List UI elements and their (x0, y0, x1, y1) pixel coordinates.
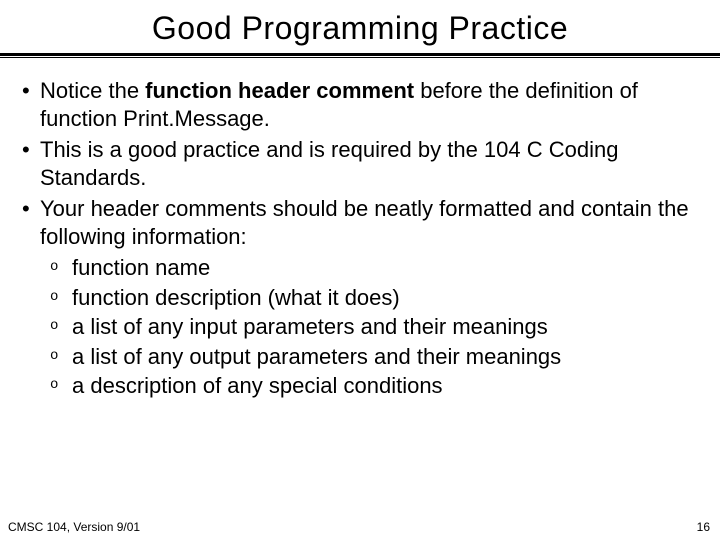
slide: Good Programming Practice • Notice the f… (0, 0, 720, 540)
sub-bullet-icon: o (50, 284, 72, 312)
sub-bullet-item: o function description (what it does) (50, 284, 698, 312)
text-run: Notice the (40, 78, 145, 103)
slide-number: 16 (697, 520, 710, 534)
bullet-dot-icon: • (22, 195, 40, 250)
sub-bullet-text: a description of any special conditions (72, 372, 698, 400)
sub-bullet-item: o a description of any special condition… (50, 372, 698, 400)
sub-bullet-text: a list of any output parameters and thei… (72, 343, 698, 371)
sub-bullet-icon: o (50, 343, 72, 371)
sub-bullet-text: function description (what it does) (72, 284, 698, 312)
bullet-item: • Notice the function header comment bef… (22, 77, 698, 132)
sub-bullet-item: o function name (50, 254, 698, 282)
bullet-text: Your header comments should be neatly fo… (40, 195, 698, 250)
sub-bullet-text: function name (72, 254, 698, 282)
text-bold: function header comment (145, 78, 414, 103)
bullet-text: This is a good practice and is required … (40, 136, 698, 191)
bullet-item: • This is a good practice and is require… (22, 136, 698, 191)
title-divider (0, 53, 720, 59)
bullet-dot-icon: • (22, 136, 40, 191)
slide-title: Good Programming Practice (0, 0, 720, 53)
sub-bullet-icon: o (50, 254, 72, 282)
sub-bullet-icon: o (50, 313, 72, 341)
sub-bullet-item: o a list of any input parameters and the… (50, 313, 698, 341)
bullet-dot-icon: • (22, 77, 40, 132)
sub-bullet-item: o a list of any output parameters and th… (50, 343, 698, 371)
slide-body: • Notice the function header comment bef… (0, 59, 720, 400)
sub-bullet-text: a list of any input parameters and their… (72, 313, 698, 341)
bullet-item: • Your header comments should be neatly … (22, 195, 698, 250)
bullet-text: Notice the function header comment befor… (40, 77, 698, 132)
footer-left: CMSC 104, Version 9/01 (8, 520, 140, 534)
sub-bullet-icon: o (50, 372, 72, 400)
